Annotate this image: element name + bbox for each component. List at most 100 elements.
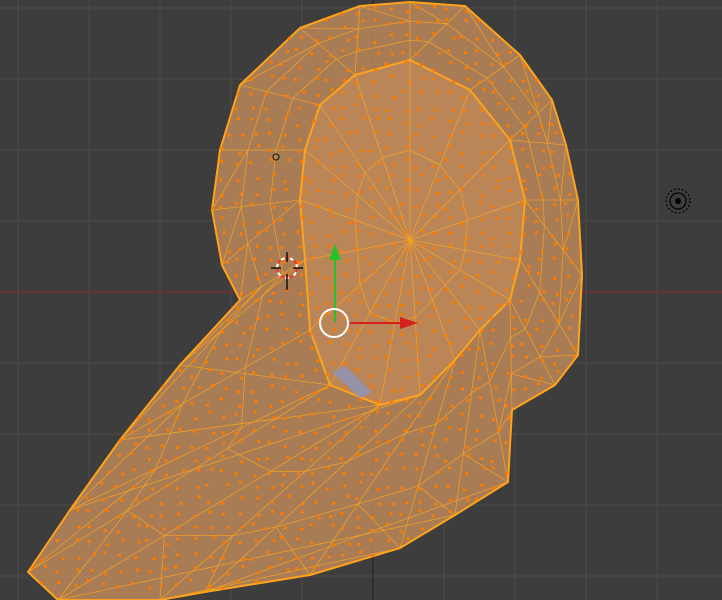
face-dot[interactable] [102,582,106,586]
face-dot[interactable] [324,18,328,22]
face-dot[interactable] [527,333,531,337]
face-dot[interactable] [117,453,121,457]
face-dot[interactable] [283,417,287,421]
face-dot[interactable] [490,317,494,321]
face-dot[interactable] [376,178,380,182]
face-dot[interactable] [238,438,242,442]
face-dot[interactable] [251,290,255,294]
face-dot[interactable] [316,359,320,363]
face-dot[interactable] [257,144,261,148]
face-dot[interactable] [497,304,501,308]
face-dot[interactable] [386,539,390,543]
face-dot[interactable] [222,415,226,419]
face-dot[interactable] [429,354,433,358]
face-dot[interactable] [402,358,406,362]
face-dot[interactable] [163,566,167,570]
face-dot[interactable] [294,47,298,51]
face-dot[interactable] [392,96,396,100]
face-dot[interactable] [407,81,411,85]
face-dot[interactable] [465,326,469,330]
face-dot[interactable] [385,467,389,471]
face-dot[interactable] [551,302,555,306]
face-dot[interactable] [494,186,498,190]
face-dot[interactable] [219,178,223,182]
face-dot[interactable] [386,22,390,26]
face-dot[interactable] [130,430,134,434]
face-dot[interactable] [387,304,391,308]
face-dot[interactable] [467,306,471,310]
face-dot[interactable] [369,374,373,378]
face-dot[interactable] [414,205,418,209]
face-dot[interactable] [399,262,403,266]
face-dot[interactable] [116,530,120,534]
face-dot[interactable] [415,6,419,10]
face-dot[interactable] [298,149,302,153]
face-dot[interactable] [385,292,389,296]
face-dot[interactable] [387,117,391,121]
face-dot[interactable] [436,203,440,207]
face-dot[interactable] [343,165,347,169]
face-dot[interactable] [490,270,494,274]
face-dot[interactable] [212,432,216,436]
face-dot[interactable] [300,159,304,163]
face-dot[interactable] [249,326,253,330]
face-dot[interactable] [302,90,306,94]
face-dot[interactable] [116,515,120,519]
face-dot[interactable] [356,229,360,233]
face-dot[interactable] [226,318,230,322]
face-dot[interactable] [309,458,313,462]
face-dot[interactable] [281,341,285,345]
face-dot[interactable] [149,469,153,473]
face-dot[interactable] [416,301,420,305]
face-dot[interactable] [280,536,284,540]
face-dot[interactable] [179,502,183,506]
face-dot[interactable] [279,557,283,561]
face-dot[interactable] [405,375,409,379]
face-dot[interactable] [478,316,482,320]
face-dot[interactable] [328,244,332,248]
face-dot[interactable] [422,258,426,262]
face-dot[interactable] [283,260,287,264]
face-dot[interactable] [355,205,359,209]
face-dot[interactable] [359,398,363,402]
face-dot[interactable] [330,88,334,92]
face-dot[interactable] [346,259,350,263]
face-dot[interactable] [376,410,380,414]
face-dot[interactable] [452,108,456,112]
face-dot[interactable] [550,150,554,154]
face-dot[interactable] [523,216,527,220]
face-dot[interactable] [482,173,486,177]
face-dot[interactable] [286,158,290,162]
face-dot[interactable] [416,20,420,24]
face-dot[interactable] [406,537,410,541]
face-dot[interactable] [209,555,213,559]
face-dot[interactable] [286,568,290,572]
face-dot[interactable] [464,18,468,22]
face-dot[interactable] [401,277,405,281]
face-dot[interactable] [434,485,438,489]
face-dot[interactable] [390,74,394,78]
face-dot[interactable] [284,375,288,379]
face-dot[interactable] [234,472,238,476]
face-dot[interactable] [435,385,439,389]
face-dot[interactable] [481,122,485,126]
face-dot[interactable] [356,453,360,457]
face-dot[interactable] [238,343,242,347]
face-dot[interactable] [481,151,485,155]
face-dot[interactable] [340,438,344,442]
face-dot[interactable] [256,348,260,352]
face-dot[interactable] [414,453,418,457]
face-dot[interactable] [510,134,514,138]
face-dot[interactable] [568,291,572,295]
face-dot[interactable] [463,317,467,321]
face-dot[interactable] [250,117,254,121]
face-dot[interactable] [145,538,149,542]
face-dot[interactable] [354,35,358,39]
face-dot[interactable] [399,21,403,25]
face-dot[interactable] [376,400,380,404]
face-dot[interactable] [387,486,391,490]
face-dot[interactable] [194,536,198,540]
face-dot[interactable] [466,77,470,81]
face-dot[interactable] [556,369,560,373]
face-dot[interactable] [435,178,439,182]
